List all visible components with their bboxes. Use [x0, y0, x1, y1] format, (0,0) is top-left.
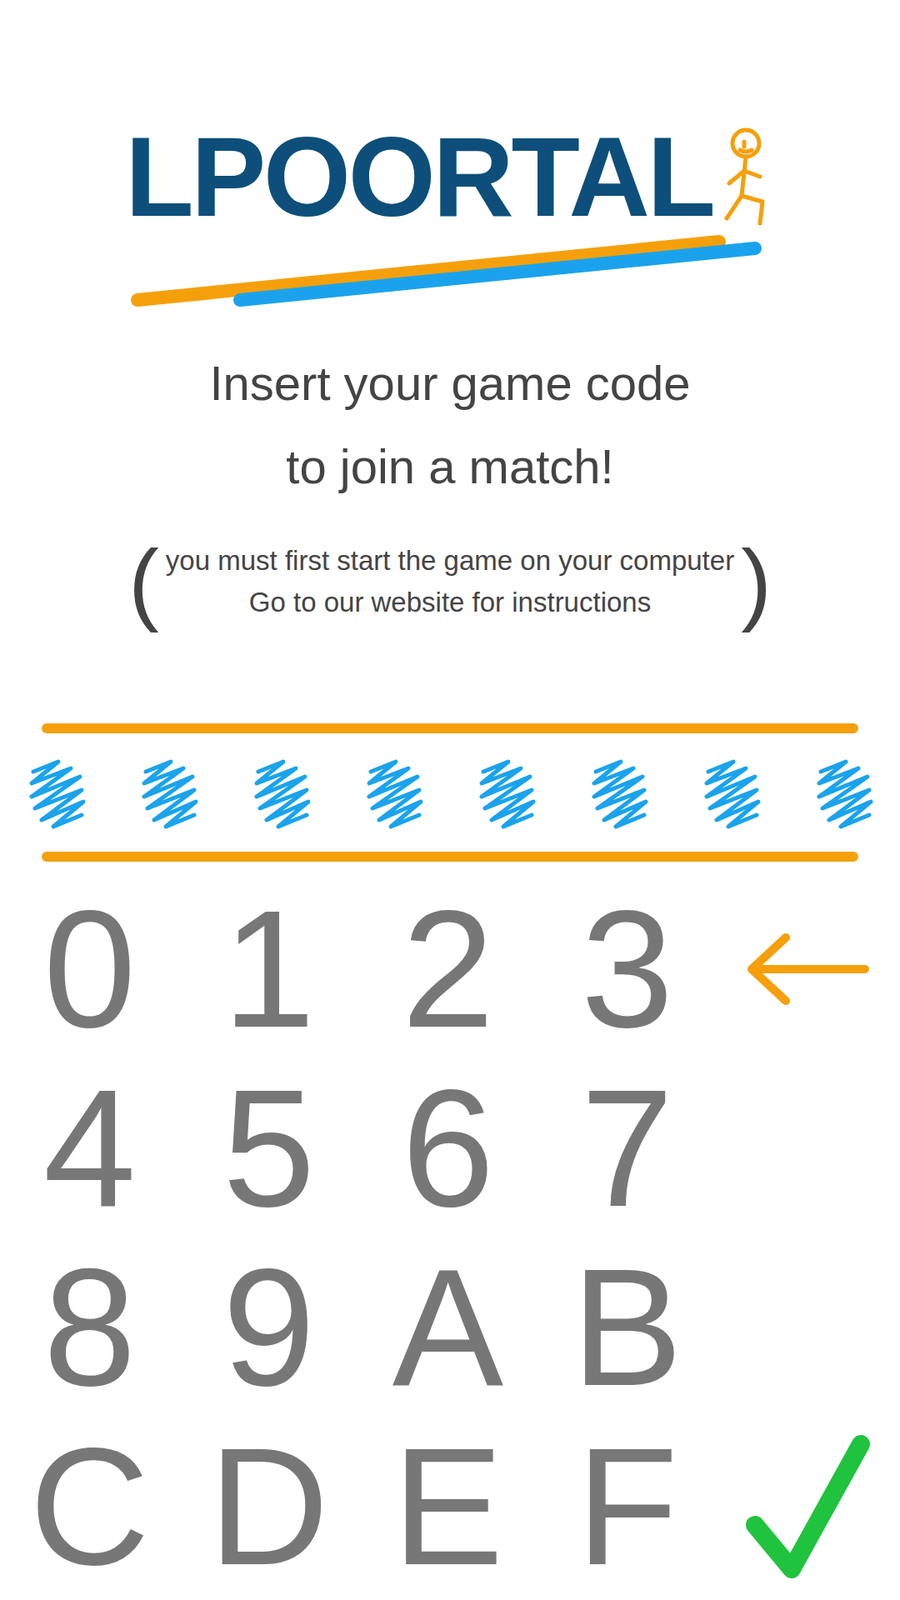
keypad-key[interactable]: 9: [179, 1237, 359, 1417]
stick-figure-icon: [716, 125, 775, 234]
code-slot-icon: [362, 755, 425, 830]
keypad-action-cell: [716, 1416, 896, 1596]
instruction-note: (you must first start the game on your c…: [0, 527, 900, 636]
code-slot-icon: [137, 755, 200, 830]
keypad: 0123 4567 89AB CDEF: [0, 879, 900, 1596]
code-bottom-line: [41, 851, 859, 862]
code-top-line: [41, 723, 859, 734]
keypad-key[interactable]: C: [0, 1416, 180, 1596]
backspace-button[interactable]: [716, 879, 896, 1059]
confirm-button[interactable]: [716, 1416, 896, 1596]
keypad-key[interactable]: 8: [0, 1237, 180, 1417]
keypad-key[interactable]: 4: [0, 1058, 180, 1238]
keypad-key[interactable]: A: [358, 1237, 538, 1417]
code-slot-icon: [812, 755, 875, 830]
keypad-key[interactable]: 6: [358, 1058, 538, 1238]
note-line: you must first start the game on your co…: [165, 540, 735, 582]
keypad-key[interactable]: D: [179, 1416, 359, 1596]
keypad-action-cell: [716, 1237, 896, 1417]
keypad-key[interactable]: F: [537, 1416, 717, 1596]
code-slot-icon: [587, 755, 650, 830]
keypad-key[interactable]: B: [537, 1237, 717, 1417]
note-line: Go to our website for instructions: [249, 581, 651, 624]
check-icon: [740, 1431, 874, 1582]
logo-underline-icon: [0, 233, 900, 309]
code-slot-icon: [250, 755, 313, 830]
title-line: Insert your game code: [209, 341, 690, 425]
keypad-key[interactable]: 1: [179, 879, 359, 1059]
backspace-arrow-icon: [740, 927, 874, 1011]
keypad-key[interactable]: 7: [537, 1058, 717, 1238]
code-slot-icon: [700, 755, 763, 830]
app-screen: LPOORTAL Insert your game codeto join a m…: [0, 0, 900, 1600]
instruction-title: Insert your game codeto join a match!: [0, 341, 900, 509]
note-bracket: ): [740, 527, 772, 636]
keypad-action-cell: [716, 1058, 896, 1238]
code-slot-icon: [475, 755, 538, 830]
keypad-key[interactable]: 3: [537, 879, 717, 1059]
keypad-key[interactable]: 2: [358, 879, 538, 1059]
keypad-key[interactable]: 5: [179, 1058, 359, 1238]
code-slot-icon: [25, 755, 88, 830]
logo: LPOORTAL: [0, 0, 900, 234]
title-line: to join a match!: [285, 425, 614, 509]
note-bracket: (: [128, 527, 160, 636]
keypad-action-cell: [716, 879, 896, 1059]
keypad-key[interactable]: E: [358, 1416, 538, 1596]
keypad-key[interactable]: 0: [0, 879, 180, 1059]
code-display: [0, 723, 900, 862]
logo-text: LPOORTAL: [125, 120, 713, 234]
